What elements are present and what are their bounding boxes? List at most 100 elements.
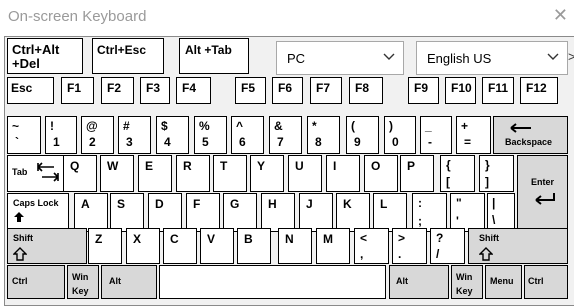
key-f10[interactable]: F10 <box>445 77 476 104</box>
more-arrow-icon[interactable]: > <box>568 49 574 64</box>
key-num-1[interactable]: ! 1 <box>45 116 77 154</box>
key-u[interactable]: U <box>288 155 322 192</box>
key-h-label: H <box>268 197 277 211</box>
key-u-label: U <box>295 159 304 173</box>
key-num-3[interactable]: #3 <box>118 116 151 154</box>
key-f9[interactable]: F9 <box>408 77 439 104</box>
key-f-label: F <box>193 197 201 211</box>
key-f6-label: F6 <box>278 81 293 95</box>
key-a[interactable]: A <box>74 193 108 232</box>
language-select[interactable]: English US <box>416 41 568 75</box>
key-g-label: G <box>230 197 240 211</box>
key-s[interactable]: S <box>110 193 144 232</box>
ctrl-alt-del-button[interactable]: Ctrl+Alt +Del <box>7 38 83 74</box>
key-num-6[interactable]: ^ 6 <box>231 116 264 154</box>
key-b[interactable]: B <box>237 228 271 264</box>
win-left-label: Win Key <box>72 272 89 296</box>
shift-right-key[interactable]: Shift <box>468 228 568 264</box>
key-f12[interactable]: F12 <box>520 77 558 104</box>
key-num-0[interactable]: ~ ` <box>7 116 41 154</box>
key-shift-label: } <box>485 158 490 172</box>
key-i[interactable]: I <box>326 155 360 192</box>
key-p[interactable]: P <box>400 155 434 192</box>
key-num-8[interactable]: * 8 <box>307 116 340 154</box>
key-bracket-0[interactable]: {[ <box>440 155 475 192</box>
key-f4[interactable]: F4 <box>176 77 211 104</box>
key-shift-label: % <box>199 119 210 133</box>
alt-tab-button[interactable]: Alt +Tab <box>179 38 249 74</box>
backspace-key[interactable]: Backspace <box>493 116 568 154</box>
alt-left-key[interactable]: Alt <box>101 265 157 299</box>
key-o[interactable]: O <box>364 155 398 192</box>
key-t-label: T <box>220 159 228 173</box>
key-h[interactable]: H <box>261 193 295 232</box>
key-z[interactable]: Z <box>88 228 122 264</box>
key-d[interactable]: D <box>148 193 182 232</box>
key-num-9[interactable]: (9 <box>346 116 379 154</box>
key-r[interactable]: R <box>176 155 210 192</box>
win-right-key[interactable]: Win Key <box>451 265 483 299</box>
key-punct-z-0[interactable]: <, <box>354 228 389 264</box>
key-pipe[interactable]: | \ <box>487 193 515 232</box>
caps-lock-key[interactable]: Caps Lock <box>7 193 69 232</box>
ctrl-right-key[interactable]: Ctrl <box>524 265 568 299</box>
key-f3[interactable]: F3 <box>140 77 170 104</box>
key-num-2[interactable]: @2 <box>81 116 114 154</box>
ctrl-esc-button[interactable]: Ctrl+Esc <box>92 38 164 74</box>
key-q[interactable]: Q <box>63 155 97 192</box>
spacebar-key[interactable] <box>159 265 386 299</box>
key-base-label: 4 <box>164 135 171 149</box>
key-f5[interactable]: F5 <box>235 77 266 104</box>
key-f[interactable]: F <box>186 193 220 232</box>
key-k[interactable]: K <box>336 193 370 232</box>
key-bracket-1[interactable]: }] <box>479 155 514 192</box>
key-y[interactable]: Y <box>250 155 284 192</box>
key-f6[interactable]: F6 <box>272 77 303 104</box>
key-punct-a-1[interactable]: " ' <box>450 193 485 232</box>
key-num-4[interactable]: $4 <box>156 116 189 154</box>
key-punct-z-2[interactable]: ? / <box>430 228 465 264</box>
key-base-label: 8 <box>315 135 322 149</box>
key-shift-label: " <box>456 196 462 210</box>
key-punct-z-1[interactable]: >. <box>392 228 427 264</box>
enter-key[interactable]: Enter <box>517 155 568 232</box>
win-left-key[interactable]: Win Key <box>67 265 99 299</box>
key-num-10[interactable]: ) 0 <box>384 116 416 154</box>
key-l[interactable]: L <box>373 193 407 232</box>
chevron-down-icon <box>547 53 559 60</box>
key-g[interactable]: G <box>223 193 257 232</box>
tab-key[interactable]: Tab <box>7 155 65 192</box>
key-f8[interactable]: F8 <box>349 77 383 104</box>
key-c[interactable]: C <box>163 228 197 264</box>
ctrl-left-key[interactable]: Ctrl <box>7 265 65 299</box>
key-num-12[interactable]: + = <box>456 116 491 154</box>
key-j[interactable]: J <box>299 193 333 232</box>
key-punct-a-0[interactable]: :; <box>412 193 447 232</box>
key-esc[interactable]: Esc <box>7 77 54 104</box>
menu-key[interactable]: Menu <box>485 265 522 299</box>
key-f1[interactable]: F1 <box>61 77 94 104</box>
key-m[interactable]: M <box>316 228 350 264</box>
key-esc-label: Esc <box>11 81 33 95</box>
close-icon[interactable]: ✕ <box>553 5 568 26</box>
shift-left-label: Shift <box>13 233 33 243</box>
key-f7[interactable]: F7 <box>310 77 342 104</box>
key-v[interactable]: V <box>200 228 234 264</box>
key-v-label: V <box>207 232 216 246</box>
key-f2[interactable]: F2 <box>101 77 134 104</box>
key-num-11[interactable]: _ - <box>420 116 452 154</box>
key-x-label: X <box>133 232 142 246</box>
key-x[interactable]: X <box>126 228 160 264</box>
alt-right-key[interactable]: Alt <box>389 265 449 299</box>
key-t[interactable]: T <box>213 155 247 192</box>
layout-select[interactable]: PC <box>276 41 404 75</box>
window-title: On-screen Keyboard <box>8 8 147 25</box>
key-num-5[interactable]: % 5 <box>194 116 227 154</box>
shift-left-key[interactable]: Shift <box>7 228 87 264</box>
key-n[interactable]: N <box>278 228 312 264</box>
key-shift-label: @ <box>86 119 98 133</box>
key-w[interactable]: W <box>100 155 134 192</box>
key-f11[interactable]: F11 <box>482 77 514 104</box>
key-e[interactable]: E <box>138 155 172 192</box>
key-num-7[interactable]: & 7 <box>269 116 302 154</box>
